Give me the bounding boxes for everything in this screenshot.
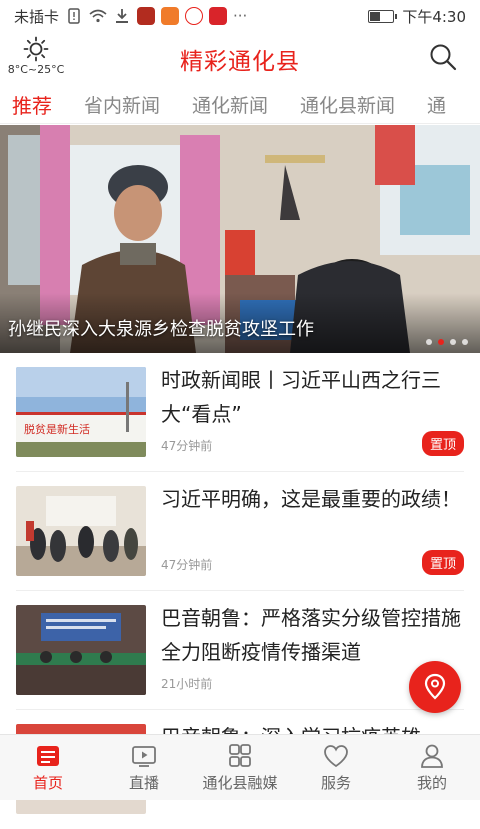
user-icon: [421, 744, 443, 768]
nav-services[interactable]: 服务: [288, 735, 384, 800]
news-title: 巴音朝鲁：严格落实分级管控措施 全力阻断疫情传播渠道: [161, 606, 461, 664]
tab-provincial-news[interactable]: 省内新闻: [68, 91, 176, 118]
heart-icon: [324, 744, 348, 767]
news-item[interactable]: 巴音朝鲁：严格落实分级管控措施 全力阻断疫情传播渠道 21小时前: [16, 591, 464, 710]
download-icon: [113, 7, 131, 25]
thumb-slogan: 脱贫是新生活: [24, 422, 90, 436]
home-news-icon: [37, 745, 59, 766]
app-header: 8°C~25°C 精彩通化县: [0, 32, 480, 82]
news-item[interactable]: 习近平明确，这是最重要的政绩！ 47分钟前 置顶: [16, 472, 464, 591]
banner-caption: 孙继民深入大泉源乡检查脱贫攻坚工作: [8, 319, 314, 340]
tab-recommended[interactable]: 推荐: [0, 90, 68, 119]
nav-live[interactable]: 直播: [96, 735, 192, 800]
nav-home[interactable]: 首页: [0, 735, 96, 800]
news-title: 时政新闻眼丨习近平山西之行三大“看点”: [161, 368, 441, 426]
tab-more[interactable]: 通: [411, 91, 462, 118]
search-button[interactable]: [428, 42, 458, 72]
nav-label: 首页: [32, 773, 63, 792]
news-thumbnail: [16, 605, 146, 695]
nav-label: 通化县融媒: [202, 773, 278, 792]
pinned-badge: 置顶: [421, 431, 464, 456]
status-bar: 未插卡 ··· 下午4:30: [0, 0, 480, 32]
app-notification-icon: [161, 7, 180, 25]
news-item[interactable]: 脱贫是新生活 时政新闻眼丨习近平山西之行三大“看点” 47分钟前 置顶: [16, 353, 464, 472]
category-tabs: 推荐 省内新闻 通化新闻 通化县新闻 通: [0, 84, 480, 124]
nav-profile[interactable]: 我的: [384, 735, 480, 800]
carrier-text: 未插卡: [14, 7, 60, 26]
news-thumbnail: [16, 486, 146, 576]
nav-label: 直播: [128, 773, 159, 792]
app-notification-icon: [137, 7, 156, 25]
grid-icon: [229, 743, 251, 767]
location-fab[interactable]: [409, 661, 461, 713]
tab-tonghua-news[interactable]: 通化新闻: [176, 91, 284, 118]
carousel-dot[interactable]: [462, 339, 468, 345]
tab-tonghua-county-news[interactable]: 通化县新闻: [284, 91, 411, 118]
nav-label: 我的: [416, 773, 447, 792]
clock: 下午4:30: [402, 7, 466, 26]
news-time: 47分钟前: [161, 558, 213, 572]
wifi-icon: [89, 7, 107, 25]
news-title: 习近平明确，这是最重要的政绩！: [161, 487, 461, 511]
app-title: 精彩通化县: [180, 49, 300, 75]
tabs-divider: [0, 123, 480, 124]
carousel-dot[interactable]: [426, 339, 432, 345]
banner-carousel[interactable]: 孙继民深入大泉源乡检查脱贫攻坚工作: [0, 125, 480, 353]
bottom-navigation: 首页 直播 通化县融媒 服务 我的: [0, 734, 480, 800]
location-pin-icon: [424, 673, 446, 700]
pinned-badge: 置顶: [421, 550, 464, 575]
carousel-indicator: [426, 339, 468, 345]
live-video-icon: [132, 745, 156, 767]
search-icon: [430, 44, 457, 71]
news-time: 21小时前: [161, 677, 213, 691]
news-time: 47分钟前: [161, 439, 213, 453]
news-thumbnail: 脱贫是新生活: [16, 367, 146, 457]
app-notification-icon: [185, 7, 204, 25]
nav-label: 服务: [320, 773, 351, 792]
carousel-dot-active[interactable]: [438, 339, 444, 345]
more-notifications-icon: ···: [233, 7, 248, 25]
battery-icon: [368, 9, 398, 23]
nav-county-media[interactable]: 通化县融媒: [192, 735, 288, 800]
app-notification-icon: [209, 7, 228, 25]
sim-alert-icon: [65, 7, 83, 25]
carousel-dot[interactable]: [450, 339, 456, 345]
